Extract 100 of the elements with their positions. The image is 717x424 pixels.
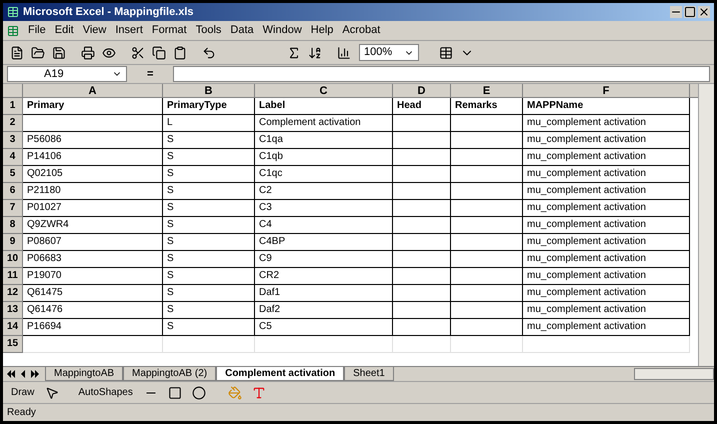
table-cell: mu_complement activation <box>523 115 690 132</box>
sheet-tab[interactable]: Sheet1 <box>344 367 394 381</box>
table-cell: S <box>163 200 255 217</box>
table-cell: S <box>163 132 255 149</box>
spreadsheet-icon <box>7 24 19 36</box>
table-cell: S <box>163 217 255 234</box>
table-cell <box>393 268 451 285</box>
row-header[interactable]: 12 <box>3 285 23 302</box>
table-cell: PrimaryType <box>163 98 255 115</box>
table-cell <box>451 149 523 166</box>
table-cell: mu_complement activation <box>523 217 690 234</box>
table-cell: mu_complement activation <box>523 132 690 149</box>
table-cell <box>393 285 451 302</box>
table-cell: mu_complement activation <box>523 251 690 268</box>
table-cell <box>451 200 523 217</box>
maximize-icon[interactable] <box>684 6 696 18</box>
row-header[interactable]: 6 <box>3 183 23 200</box>
table-cell: mu_complement activation <box>523 183 690 200</box>
row-header[interactable]: 5 <box>3 166 23 183</box>
row-header[interactable]: 3 <box>3 132 23 149</box>
row-header[interactable]: 11 <box>3 268 23 285</box>
table-cell: Head <box>393 98 451 115</box>
menu-item[interactable]: Format <box>152 22 187 39</box>
table-cell <box>451 166 523 183</box>
table-cell: mu_complement activation <box>523 302 690 319</box>
horizontal-scrollbar[interactable] <box>634 368 714 380</box>
table-cell <box>393 251 451 268</box>
table-cell: S <box>163 302 255 319</box>
table-cell: CR2 <box>255 268 393 285</box>
name-box[interactable]: A19 <box>7 66 127 82</box>
table-cell: Q9ZWR4 <box>23 217 163 234</box>
table-cell: P14106 <box>23 149 163 166</box>
row-header[interactable]: 1 <box>3 98 23 115</box>
table-cell: Daf1 <box>255 285 393 302</box>
table-cell: P56086 <box>23 132 163 149</box>
draw-menu[interactable]: Draw <box>7 385 38 400</box>
column-header[interactable]: B <box>163 84 255 97</box>
table-cell <box>451 302 523 319</box>
table-cell: Primary <box>23 98 163 115</box>
table-cell: mu_complement activation <box>523 166 690 183</box>
row-header[interactable]: 15 <box>3 336 23 353</box>
close-icon[interactable] <box>698 6 710 18</box>
table-cell <box>451 268 523 285</box>
zoom-field[interactable]: 100% <box>359 44 419 61</box>
table-cell: mu_complement activation <box>523 200 690 217</box>
table-cell: C1qb <box>255 149 393 166</box>
row-header[interactable]: 2 <box>3 115 23 132</box>
menu-item[interactable]: Window <box>262 22 302 39</box>
table-cell: Complement activation <box>255 115 393 132</box>
table-cell: mu_complement activation <box>523 319 690 336</box>
menu-item[interactable]: Acrobat <box>342 22 380 39</box>
formula-field[interactable] <box>173 66 710 82</box>
row-header[interactable]: 4 <box>3 149 23 166</box>
column-header[interactable]: D <box>393 84 451 97</box>
tab-scroll-icon[interactable] <box>7 370 41 378</box>
table-cell <box>393 200 451 217</box>
row-header[interactable]: 13 <box>3 302 23 319</box>
table-cell: Label <box>255 98 393 115</box>
column-header[interactable]: F <box>523 84 690 97</box>
table-cell: Q02105 <box>23 166 163 183</box>
table-cell: L <box>163 115 255 132</box>
table-cell <box>393 132 451 149</box>
menu-item[interactable]: File <box>28 22 46 39</box>
sheet-tab[interactable]: Complement activation <box>216 367 344 381</box>
row-header[interactable]: 10 <box>3 251 23 268</box>
table-cell <box>393 302 451 319</box>
row-header[interactable]: 8 <box>3 217 23 234</box>
table-cell <box>393 234 451 251</box>
table-cell: C1qa <box>255 132 393 149</box>
table-cell: C2 <box>255 183 393 200</box>
table-cell <box>451 336 523 353</box>
menu-item[interactable]: Help <box>310 22 334 39</box>
menu-item[interactable]: View <box>82 22 106 39</box>
sheet-tab[interactable]: MappingtoAB (2) <box>123 367 216 381</box>
table-cell: Remarks <box>451 98 523 115</box>
table-cell: S <box>163 319 255 336</box>
table-cell <box>451 183 523 200</box>
row-header[interactable]: 14 <box>3 319 23 336</box>
vertical-scrollbar[interactable] <box>698 84 714 366</box>
table-cell: P16694 <box>23 319 163 336</box>
table-cell: S <box>163 149 255 166</box>
column-header[interactable]: E <box>451 84 523 97</box>
sheet-tab[interactable]: MappingtoAB <box>45 367 124 381</box>
row-header[interactable]: 9 <box>3 234 23 251</box>
menu-item[interactable]: Data <box>230 22 254 39</box>
table-cell <box>393 336 451 353</box>
table-cell <box>393 319 451 336</box>
menu-item[interactable]: Edit <box>54 22 74 39</box>
equals-sign: = <box>147 66 154 82</box>
minimize-icon[interactable] <box>670 6 682 18</box>
table-cell: mu_complement activation <box>523 285 690 302</box>
autoshapes-menu[interactable]: AutoShapes <box>74 385 137 400</box>
menu-item[interactable]: Insert <box>115 22 143 39</box>
table-cell: S <box>163 268 255 285</box>
table-cell: S <box>163 166 255 183</box>
menu-item[interactable]: Tools <box>196 22 222 39</box>
column-header[interactable]: A <box>23 84 163 97</box>
table-cell: Q61475 <box>23 285 163 302</box>
column-header[interactable]: C <box>255 84 393 97</box>
row-header[interactable]: 7 <box>3 200 23 217</box>
